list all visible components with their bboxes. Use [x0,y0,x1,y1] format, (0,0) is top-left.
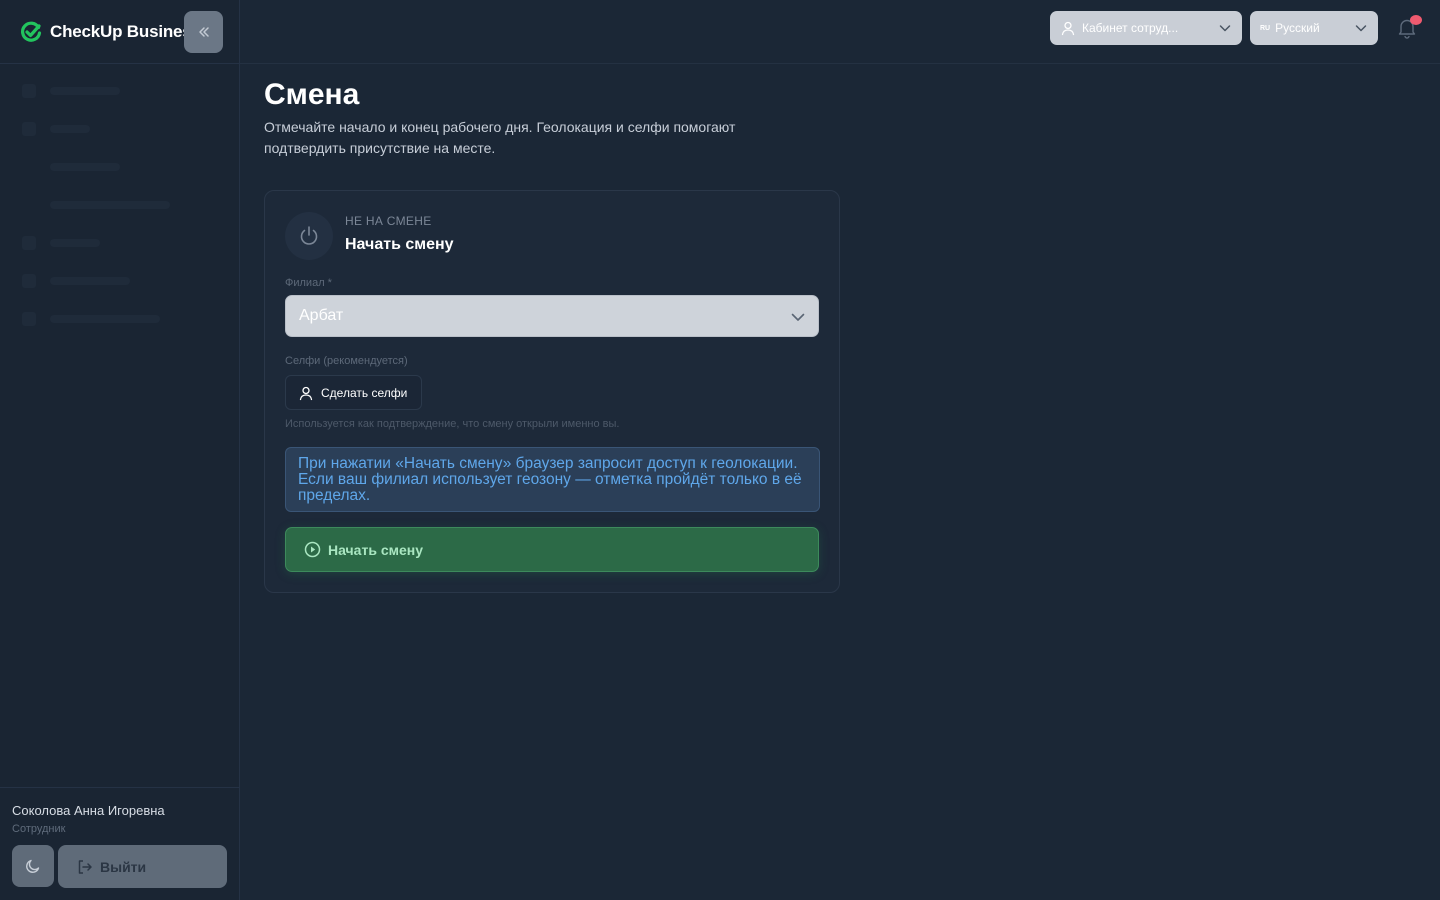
nav-label-placeholder [50,239,100,247]
collapse-sidebar-button[interactable] [184,11,223,53]
selfie-field-label: Селфи (рекомендуется) [285,355,408,367]
moon-icon [26,859,40,873]
sidebar-item[interactable] [0,262,240,300]
play-circle-icon [304,541,321,558]
chevron-down-icon [791,313,805,321]
language-dropdown[interactable]: RU Русский [1250,11,1378,45]
theme-toggle-button[interactable] [12,845,54,887]
language-label: Русский [1275,21,1320,35]
sidebar-item[interactable] [0,300,240,338]
sidebar-item[interactable] [0,224,240,262]
branch-value: Арбат [299,307,344,324]
selfie-hint: Используется как подтверждение, что смен… [285,418,620,430]
language-code: RU [1260,24,1271,32]
nav-label-placeholder [50,163,120,171]
shift-status-title: Начать смену [345,236,454,253]
sidebar-subitem[interactable] [0,186,240,224]
nav-label-placeholder [50,277,130,285]
page-description: Отмечайте начало и конец рабочего дня. Г… [264,119,736,156]
cabinet-label: Кабинет сотруд... [1082,21,1179,35]
user-icon [299,386,313,400]
checkup-logo-icon [21,21,42,42]
nav-icon [22,122,36,136]
shift-card: НЕ НА СМЕНЕ Начать смену Филиал * Арбат … [264,190,840,593]
user-icon [1061,21,1075,36]
chevrons-left-icon [198,27,209,37]
sidebar-item[interactable] [0,72,240,110]
logout-icon [78,859,92,874]
take-selfie-button[interactable]: Сделать селфи [285,375,422,410]
nav-icon [22,236,36,250]
start-shift-label: Начать смену [328,541,423,558]
brand-header: CheckUp Business [0,0,240,64]
user-name: Соколова Анна Игоревна [12,803,165,818]
sidebar-subitem[interactable] [0,148,240,186]
start-shift-button[interactable]: Начать смену [285,527,819,572]
take-selfie-label: Сделать селфи [321,385,408,400]
brand-name: CheckUp Business [50,22,186,41]
logout-button[interactable]: Выйти [58,845,227,888]
nav-icon [22,312,36,326]
chevron-down-icon [1219,25,1231,32]
nav-label-placeholder [50,201,170,209]
topbar: Кабинет сотруд... RU Русский [240,0,1440,64]
geolocation-info-alert: При нажатии «Начать смену» браузер запро… [285,447,820,512]
branch-field-label: Филиал * [285,277,332,289]
chevron-down-icon [1355,25,1367,32]
shift-status-indicator [285,212,333,260]
logout-label: Выйти [100,858,147,875]
sidebar-nav [0,72,240,338]
sidebar: CheckUp Business Соколова Анна Игоревна … [0,0,240,900]
sidebar-footer: Соколова Анна Игоревна Сотрудник Выйти [0,787,240,900]
nav-label-placeholder [50,125,90,133]
user-role: Сотрудник [12,823,66,835]
page-title: Смена [264,78,360,111]
cabinet-dropdown[interactable]: Кабинет сотруд... [1050,11,1242,45]
nav-label-placeholder [50,87,120,95]
sidebar-item[interactable] [0,110,240,148]
branch-select[interactable]: Арбат [285,295,819,337]
notification-badge [1410,15,1422,25]
nav-label-placeholder [50,315,160,323]
nav-icon [22,274,36,288]
nav-icon [22,84,36,98]
power-icon [300,226,318,245]
shift-status-label: НЕ НА СМЕНЕ [345,214,432,228]
